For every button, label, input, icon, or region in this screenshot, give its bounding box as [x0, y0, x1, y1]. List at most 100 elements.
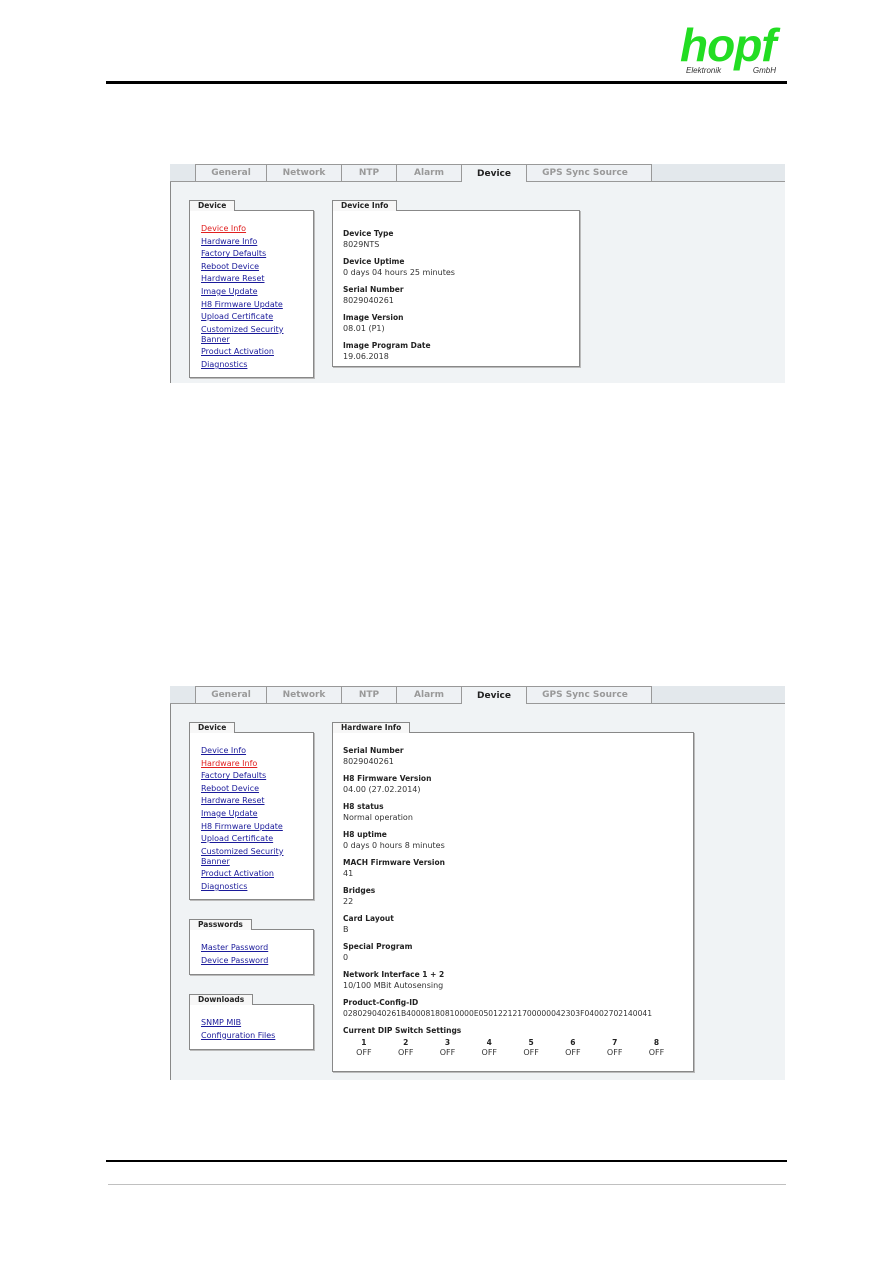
- dip-switch-grid: 1 2 3 4 5 6 7 8 OFF OFF OFF OFF OFF OFF …: [343, 1038, 677, 1059]
- menu-customized-security-banner[interactable]: Customized Security Banner: [201, 324, 296, 345]
- field-label-special-program: Special Program: [343, 942, 413, 951]
- menu-hardware-reset[interactable]: Hardware Reset: [201, 273, 296, 286]
- menu-master-password[interactable]: Master Password: [201, 942, 268, 955]
- menu-image-update[interactable]: Image Update: [201, 808, 296, 821]
- field-value-device-uptime: 0 days 04 hours 25 minutes: [343, 268, 455, 277]
- field-value-image-version: 08.01 (P1): [343, 324, 385, 333]
- device-menu: Device Info Hardware Info Factory Defaul…: [201, 223, 296, 372]
- passwords-title: Passwords: [189, 919, 252, 930]
- field-label-device-type: Device Type: [343, 229, 394, 238]
- menu-h8-firmware-update[interactable]: H8 Firmware Update: [201, 299, 296, 312]
- field-value-h8-firmware-version: 04.00 (27.02.2014): [343, 785, 421, 794]
- passwords-menu: Master Password Device Password: [201, 942, 268, 967]
- hardware-info-title: Hardware Info: [332, 722, 411, 733]
- passwords-panel: Passwords Master Password Device Passwor…: [189, 919, 314, 975]
- field-label-image-version: Image Version: [343, 313, 404, 322]
- field-value-image-program-date: 19.06.2018: [343, 352, 389, 361]
- field-value-device-type: 8029NTS: [343, 240, 380, 249]
- tab-alarm[interactable]: Alarm: [396, 686, 462, 703]
- field-label-image-program-date: Image Program Date: [343, 341, 431, 350]
- field-label-network-interface: Network Interface 1 + 2: [343, 970, 445, 979]
- dip-switch-number: 8: [653, 1038, 660, 1047]
- device-menu-panel: Device Device Info Hardware Info Factory…: [189, 200, 314, 378]
- menu-hardware-info[interactable]: Hardware Info: [201, 236, 296, 249]
- device-info-panel: Device Info Device Type 8029NTS Device U…: [332, 200, 580, 367]
- tab-device[interactable]: Device: [461, 164, 527, 182]
- device-info-screen: General Network NTP Alarm Device GPS Syn…: [170, 164, 785, 383]
- dip-switch-state: OFF: [565, 1048, 581, 1057]
- menu-device-info[interactable]: Device Info: [201, 745, 296, 758]
- logo-wordmark: hopf: [680, 19, 777, 71]
- device-menu-panel: Device Device Info Hardware Info Factory…: [189, 722, 314, 900]
- menu-factory-defaults[interactable]: Factory Defaults: [201, 770, 296, 783]
- menu-snmp-mib[interactable]: SNMP MIB: [201, 1017, 275, 1030]
- tab-gps-sync-source[interactable]: GPS Sync Source: [526, 164, 652, 181]
- field-label-h8-status: H8 status: [343, 802, 384, 811]
- menu-configuration-files[interactable]: Configuration Files: [201, 1030, 275, 1043]
- menu-diagnostics[interactable]: Diagnostics: [201, 881, 296, 894]
- field-value-card-layout: B: [343, 925, 349, 934]
- dip-switch-state: OFF: [356, 1048, 372, 1057]
- device-info-fields: Device Type 8029NTS Device Uptime 0 days…: [343, 223, 455, 363]
- dip-switch-state: OFF: [439, 1048, 456, 1057]
- menu-reboot-device[interactable]: Reboot Device: [201, 261, 296, 274]
- dip-switch-state: OFF: [481, 1048, 498, 1057]
- menu-customized-security-banner[interactable]: Customized Security Banner: [201, 846, 296, 867]
- downloads-panel: Downloads SNMP MIB Configuration Files: [189, 994, 314, 1050]
- dip-switch-number: 2: [403, 1038, 409, 1047]
- logo-subtitle: Elektronik GmbH: [686, 66, 776, 75]
- menu-device-info[interactable]: Device Info: [201, 223, 296, 236]
- downloads-title: Downloads: [189, 994, 254, 1005]
- menu-h8-firmware-update[interactable]: H8 Firmware Update: [201, 821, 296, 834]
- field-label-device-uptime: Device Uptime: [343, 257, 405, 266]
- menu-device-password[interactable]: Device Password: [201, 955, 268, 968]
- tab-device[interactable]: Device: [461, 686, 527, 704]
- dip-switch-state: OFF: [648, 1048, 665, 1057]
- field-label-serial-number: Serial Number: [343, 285, 404, 294]
- dip-switch-number: 6: [570, 1038, 576, 1047]
- field-value-special-program: 0: [343, 953, 349, 962]
- main-tabs: General Network NTP Alarm Device GPS Syn…: [195, 164, 652, 182]
- menu-upload-certificate[interactable]: Upload Certificate: [201, 311, 296, 324]
- menu-product-activation[interactable]: Product Activation: [201, 346, 296, 359]
- field-value-mach-firmware-version: 41: [343, 869, 354, 878]
- field-value-h8-status: Normal operation: [343, 813, 413, 822]
- tab-alarm[interactable]: Alarm: [396, 164, 462, 181]
- menu-factory-defaults[interactable]: Factory Defaults: [201, 248, 296, 261]
- dip-switch-state: OFF: [606, 1048, 623, 1057]
- menu-upload-certificate[interactable]: Upload Certificate: [201, 833, 296, 846]
- tab-network[interactable]: Network: [266, 164, 342, 181]
- tab-general[interactable]: General: [195, 686, 267, 703]
- tab-gps-sync-source[interactable]: GPS Sync Source: [526, 686, 652, 703]
- tab-ntp[interactable]: NTP: [341, 686, 397, 703]
- menu-hardware-info[interactable]: Hardware Info: [201, 758, 296, 771]
- hopf-logo: hopf Elektronik GmbH: [676, 20, 786, 78]
- hardware-info-fields: Serial Number 8029040261 H8 Firmware Ver…: [343, 740, 677, 1059]
- field-value-serial-number: 8029040261: [343, 757, 394, 766]
- menu-product-activation[interactable]: Product Activation: [201, 868, 296, 881]
- device-info-title: Device Info: [332, 200, 398, 211]
- dip-switch-state: OFF: [523, 1048, 539, 1057]
- tab-general[interactable]: General: [195, 164, 267, 181]
- menu-image-update[interactable]: Image Update: [201, 286, 296, 299]
- logo-right-text: GmbH: [752, 66, 776, 75]
- device-menu-title: Device: [189, 200, 236, 211]
- main-tabs: General Network NTP Alarm Device GPS Syn…: [195, 686, 652, 704]
- logo-left-text: Elektronik: [686, 66, 722, 75]
- dip-switch-state: OFF: [397, 1048, 414, 1057]
- tab-network[interactable]: Network: [266, 686, 342, 703]
- field-label-card-layout: Card Layout: [343, 914, 394, 923]
- device-menu: Device Info Hardware Info Factory Defaul…: [201, 745, 296, 894]
- screen-border: [170, 181, 171, 383]
- tab-ntp[interactable]: NTP: [341, 164, 397, 181]
- field-value-serial-number: 8029040261: [343, 296, 394, 305]
- header-rule: [106, 81, 787, 84]
- footer-rule: [106, 1160, 787, 1162]
- menu-hardware-reset[interactable]: Hardware Reset: [201, 795, 296, 808]
- field-value-network-interface: 10/100 MBit Autosensing: [343, 981, 444, 990]
- dip-switch-number: 7: [612, 1038, 618, 1047]
- menu-reboot-device[interactable]: Reboot Device: [201, 783, 296, 796]
- device-menu-title: Device: [189, 722, 236, 733]
- menu-diagnostics[interactable]: Diagnostics: [201, 359, 296, 372]
- field-value-product-config-id: 028029040261B40008180810000E050122121700…: [343, 1009, 653, 1018]
